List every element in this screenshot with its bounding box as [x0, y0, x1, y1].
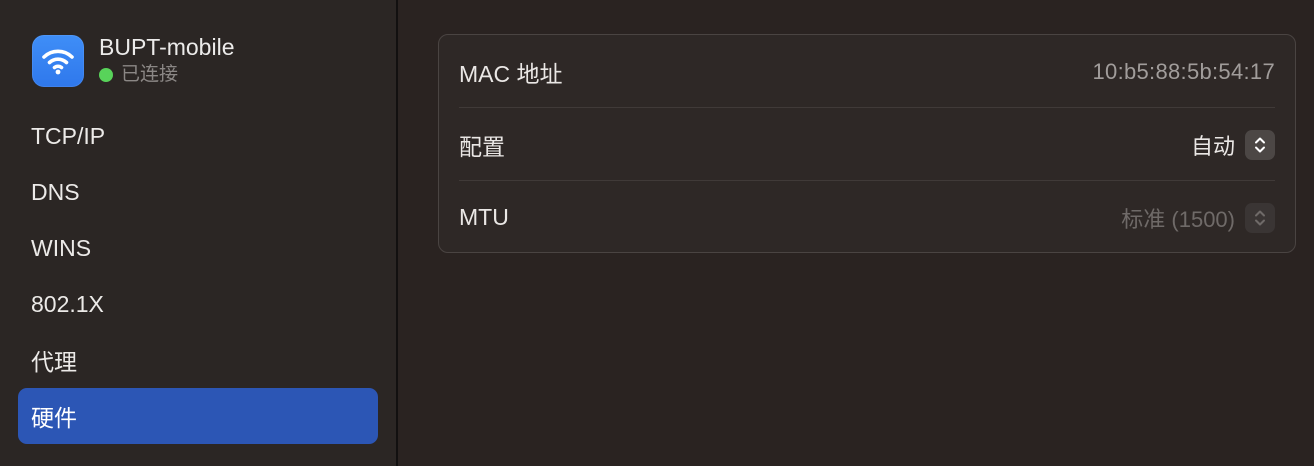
configure-popup-button[interactable]: 自动: [1191, 129, 1275, 161]
configure-row: 配置 自动: [459, 108, 1275, 181]
sidebar-item-label: 802.1X: [31, 290, 104, 317]
mtu-popup-button[interactable]: 标准 (1500): [1121, 202, 1275, 234]
sidebar-item-8021x[interactable]: 802.1X: [18, 276, 378, 332]
configure-value: 自动: [1190, 133, 1235, 159]
chevron-up-down-icon: [1245, 202, 1275, 233]
sidebar-item-hardware[interactable]: 硬件: [18, 388, 378, 444]
mac-address-label: MAC 地址: [459, 60, 563, 87]
wifi-icon: [32, 35, 84, 87]
sidebar-item-label: 代理: [31, 349, 77, 375]
connected-dot-icon: [99, 68, 113, 82]
network-hardware-settings: BUPT-mobile 已连接 TCP/IP DNS WINS 802.1X 代: [0, 0, 1314, 466]
network-header: BUPT-mobile 已连接: [32, 34, 234, 88]
mac-address-value: 10:b5:88:5b:54:17: [1092, 58, 1275, 84]
sidebar-item-label: DNS: [31, 178, 80, 205]
configure-label: 配置: [459, 133, 505, 160]
mac-address-row: MAC 地址 10:b5:88:5b:54:17: [459, 35, 1275, 108]
network-name: BUPT-mobile: [99, 34, 235, 60]
sidebar-item-tcpip[interactable]: TCP/IP: [18, 108, 378, 164]
mtu-label: MTU: [459, 204, 509, 230]
sidebar-list: TCP/IP DNS WINS 802.1X 代理 硬件: [18, 108, 378, 444]
connection-status-label: 已连接: [121, 64, 179, 85]
mtu-row: MTU 标准 (1500): [459, 181, 1275, 254]
main-content: MAC 地址 10:b5:88:5b:54:17 配置 自动 MTU 标准 (1…: [398, 0, 1314, 466]
sidebar-item-label: TCP/IP: [31, 122, 106, 149]
sidebar-item-label: WINS: [31, 234, 92, 261]
sidebar-item-proxy[interactable]: 代理: [18, 332, 378, 388]
hardware-panel: MAC 地址 10:b5:88:5b:54:17 配置 自动 MTU 标准 (1…: [438, 34, 1296, 253]
sidebar: BUPT-mobile 已连接 TCP/IP DNS WINS 802.1X 代: [0, 0, 398, 466]
sidebar-item-wins[interactable]: WINS: [18, 220, 378, 276]
chevron-up-down-icon: [1245, 129, 1275, 160]
network-text: BUPT-mobile 已连接: [99, 34, 234, 88]
sidebar-item-label: 硬件: [31, 405, 77, 431]
mtu-value: 标准 (1500): [1121, 206, 1235, 232]
connection-status: 已连接: [99, 62, 234, 88]
sidebar-item-dns[interactable]: DNS: [18, 164, 378, 220]
